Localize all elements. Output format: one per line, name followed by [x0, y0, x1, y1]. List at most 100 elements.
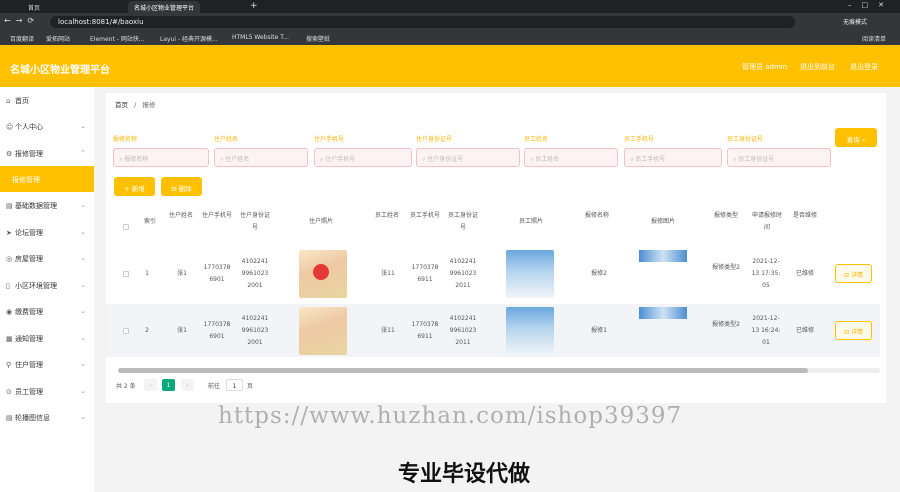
reading-list[interactable]: 阅读清单	[862, 34, 886, 43]
search-button[interactable]: 查询 ⌕	[835, 128, 877, 147]
bookmark-item[interactable]: Layui - 经典开源模...	[160, 34, 218, 43]
add-button[interactable]: + 新增	[114, 177, 155, 196]
browser-tabbar: 首页 名城小区物业管理平台 + –□✕	[0, 0, 900, 13]
resident-id-input[interactable]: ⌕ 住户身份证号	[416, 148, 520, 167]
repair-image[interactable]	[639, 307, 687, 319]
sidebar-item-label: 个人中心	[15, 123, 43, 131]
sidebar-item-label: 轮播图信息	[15, 414, 50, 422]
resident-photo[interactable]	[299, 307, 347, 355]
filter-label: 员工手机号	[624, 136, 655, 143]
table-row[interactable]: 2 张1 17703786901 410224199610232001 张11 …	[106, 304, 880, 357]
home-icon: ⌂	[6, 97, 11, 105]
chevron-up-icon: ⌃	[80, 149, 86, 157]
row-checkbox[interactable]	[123, 271, 129, 277]
browser-tab-app[interactable]: 名城小区物业管理平台	[128, 1, 201, 13]
sidebar-item-profile[interactable]: ☺ 个人中心 ⌄	[0, 113, 94, 139]
breadcrumb-home[interactable]: 首页	[115, 101, 128, 109]
repair-name-input[interactable]: ⌕ 报修名称	[113, 148, 209, 167]
sidebar-item-label: 报修管理	[12, 176, 40, 184]
detail-button[interactable]: ⊟ 详情	[835, 264, 872, 283]
select-all-checkbox[interactable]	[123, 224, 129, 230]
bookmark-item[interactable]: HTML5 Website T...	[232, 34, 289, 41]
cell-resident-phone: 17703786901	[203, 264, 231, 283]
column-header[interactable]: 员工照片	[506, 216, 556, 228]
staff-phone-input[interactable]: ⌕ 员工手机号	[624, 148, 722, 167]
column-header[interactable]: 住户照片	[296, 216, 346, 228]
column-header[interactable]: 员工身份证号	[447, 210, 479, 234]
cell-status: 已维修	[795, 327, 814, 334]
resident-photo[interactable]	[299, 250, 347, 298]
column-header[interactable]: 申请报修时间	[751, 210, 783, 234]
column-header[interactable]: 是否维修	[790, 210, 820, 222]
sidebar-item-house[interactable]: ◎ 房屋管理 ⌄	[0, 245, 94, 271]
sidebar-item-environment[interactable]: ▯ 小区环境管理 ⌄	[0, 272, 94, 298]
back-to-front-link[interactable]: 退出到前台	[800, 62, 835, 72]
column-header[interactable]: 住户身份证号	[239, 210, 271, 234]
page-input[interactable]: 1	[226, 379, 243, 391]
search-icon: ⌕	[861, 136, 866, 144]
next-page-icon[interactable]: ›	[181, 379, 194, 391]
page-number[interactable]: 1	[162, 379, 175, 391]
bookmark-item[interactable]: 百度翻译	[10, 34, 34, 43]
trash-icon: ⊟	[171, 185, 179, 193]
env-icon: ▯	[6, 282, 10, 290]
cell-resident-id: 410224199610232001	[241, 258, 269, 289]
column-header[interactable]: 报修名称	[576, 210, 618, 222]
staff-name-input[interactable]: ⌕ 员工姓名	[524, 148, 618, 167]
cell-repair-type: 报修类型2	[712, 321, 740, 328]
row-checkbox[interactable]	[123, 328, 129, 334]
filter-label: 员工身份证号	[727, 136, 764, 143]
staff-id-input[interactable]: ⌕ 员工身份证号	[727, 148, 831, 167]
delete-button[interactable]: ⊟ 删除	[161, 177, 202, 196]
sidebar-item-repair[interactable]: ⚙ 报修管理 ⌃	[0, 140, 94, 166]
chevron-down-icon: ⌄	[80, 307, 86, 315]
new-tab-icon[interactable]: +	[250, 1, 258, 11]
breadcrumb-separator: /	[134, 101, 137, 109]
filter-label: 住户姓名	[214, 136, 239, 143]
sidebar-item-resident[interactable]: ⚲ 住户管理 ⌄	[0, 351, 94, 377]
caption-text: 专业毕设代做	[398, 462, 531, 487]
scrollbar-thumb[interactable]	[118, 368, 808, 373]
repair-image[interactable]	[639, 250, 687, 262]
resident-name-input[interactable]: ⌕ 住户姓名	[214, 148, 308, 167]
logout-link[interactable]: 退出登录	[850, 62, 878, 72]
app-title: 名城小区物业管理平台	[10, 65, 110, 76]
sidebar-item-home[interactable]: ⌂ 首页	[0, 87, 94, 113]
tool-icon: ⚙	[6, 150, 13, 158]
sidebar-item-forum[interactable]: ➤ 论坛管理 ⌄	[0, 219, 94, 245]
sidebar-item-notice[interactable]: ▦ 通知管理 ⌄	[0, 325, 94, 351]
cell-staff-id: 410224199610232011	[449, 315, 477, 346]
sidebar-item-banner[interactable]: ▤ 轮播图信息 ⌄	[0, 404, 94, 430]
column-header[interactable]: 报修类型	[711, 210, 741, 222]
column-header[interactable]: 住户姓名	[166, 210, 196, 222]
sidebar-subitem-repair[interactable]: 报修管理	[0, 166, 94, 192]
column-header[interactable]: 员工手机号	[409, 210, 441, 222]
window-controls-icon[interactable]: –□✕	[848, 1, 894, 9]
resident-phone-input[interactable]: ⌕ 住户手机号	[314, 148, 412, 167]
column-header[interactable]: 住户手机号	[202, 210, 232, 222]
prev-page-icon[interactable]: ‹	[144, 379, 157, 391]
profile-label[interactable]: 无痕模式	[843, 17, 867, 26]
bookmark-item[interactable]: Element - 网站快...	[90, 34, 145, 43]
user-icon: ☺	[6, 123, 14, 131]
table-row[interactable]: 1 张1 17703786901 410224199610232001 张11 …	[106, 247, 880, 300]
detail-button[interactable]: ⊟ 详情	[835, 321, 872, 340]
column-header[interactable]: 员工姓名	[372, 210, 402, 222]
nav-arrows-icon[interactable]: ←→⟳	[4, 16, 39, 25]
sidebar-item-basedata[interactable]: ▤ 基础数据管理 ⌄	[0, 192, 94, 218]
sidebar-item-payment[interactable]: ◉ 缴费管理 ⌄	[0, 298, 94, 324]
column-header[interactable]: 报修图片	[638, 216, 688, 228]
bookmark-item[interactable]: 搜索壁纸	[306, 34, 330, 43]
column-header[interactable]: 索引	[140, 216, 160, 228]
resident-icon: ⚲	[6, 361, 12, 369]
sidebar-item-staff[interactable]: ⊙ 员工管理 ⌄	[0, 378, 94, 404]
staff-photo[interactable]	[506, 250, 554, 298]
browser-tab-home[interactable]: 首页	[22, 1, 46, 13]
bookmark-item[interactable]: 爱拓网站	[46, 34, 70, 43]
sidebar-item-label: 住户管理	[15, 361, 43, 369]
chevron-down-icon: ⌄	[80, 387, 86, 395]
cell-staff-id: 410224199610232011	[449, 258, 477, 289]
breadcrumb-current: 报修	[142, 101, 156, 109]
url-field[interactable]: localhost:8081/#/baoxiu	[50, 16, 795, 28]
staff-photo[interactable]	[506, 307, 554, 355]
